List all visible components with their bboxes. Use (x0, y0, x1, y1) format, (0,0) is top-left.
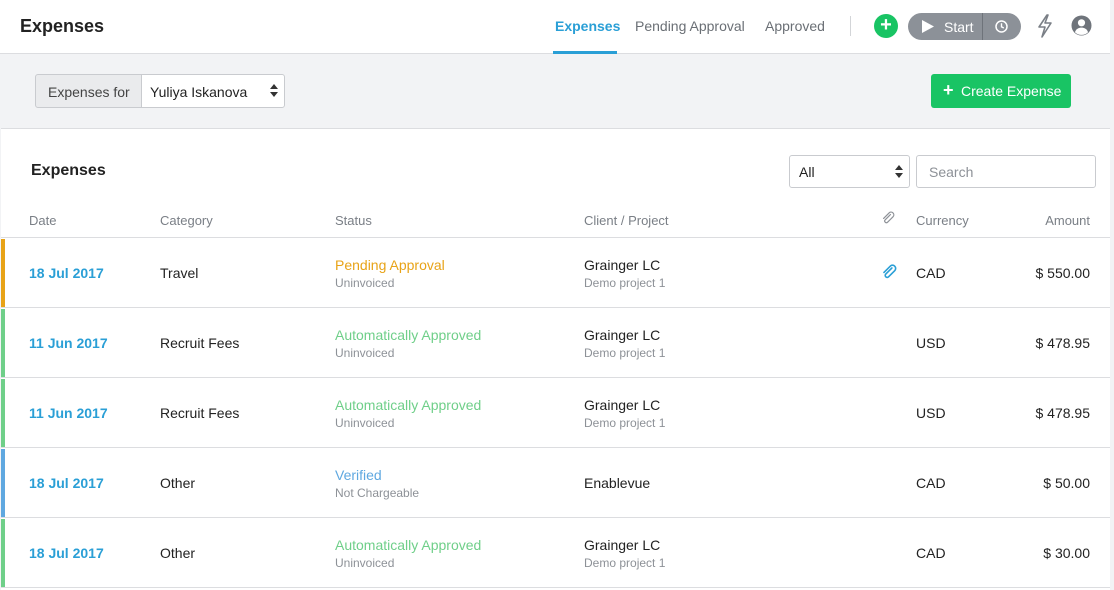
expense-status: Automatically Approved (335, 397, 482, 413)
expense-status: Pending Approval (335, 257, 445, 273)
start-timer-button[interactable]: Start (908, 13, 982, 40)
lightning-bolt-icon[interactable] (1037, 14, 1053, 38)
expense-category: Other (160, 545, 196, 561)
status-filter-select[interactable]: All (789, 155, 910, 188)
status-filter-value: All (799, 164, 815, 180)
expense-currency: CAD (916, 545, 946, 561)
expense-amount: $ 50.00 (1043, 475, 1090, 491)
tab-expenses[interactable]: Expenses (555, 18, 620, 34)
expense-category: Other (160, 475, 196, 491)
expense-category: Travel (160, 265, 199, 281)
column-header-date[interactable]: Date (29, 213, 56, 228)
column-header-status[interactable]: Status (335, 213, 372, 228)
clock-icon (995, 20, 1008, 33)
status-color-bar (1, 449, 5, 517)
tab-approved[interactable]: Approved (765, 18, 825, 34)
column-header-client-project[interactable]: Client / Project (584, 213, 669, 228)
search-input[interactable] (916, 155, 1096, 188)
expense-amount: $ 478.95 (1035, 335, 1091, 351)
user-account-icon[interactable] (1071, 15, 1092, 36)
selected-user: Yuliya Iskanova (150, 84, 248, 100)
invoice-status: Uninvoiced (335, 346, 395, 360)
create-expense-label: Create Expense (961, 83, 1062, 99)
play-icon (922, 20, 934, 33)
expense-project: Demo project 1 (584, 416, 666, 430)
nav-divider (850, 16, 851, 36)
status-color-bar (1, 519, 5, 587)
active-tab-indicator (553, 51, 617, 54)
expense-status: Automatically Approved (335, 327, 482, 343)
invoice-status: Not Chargeable (335, 486, 420, 500)
expense-client: Grainger LC (584, 397, 661, 413)
expense-client: Grainger LC (584, 327, 661, 343)
expense-project: Demo project 1 (584, 556, 666, 570)
expense-category: Recruit Fees (160, 335, 240, 351)
top-bar: Expenses Expenses Pending Approval Appro… (0, 0, 1110, 54)
expense-date-link[interactable]: 18 Jul 2017 (29, 265, 104, 281)
status-color-bar (1, 379, 5, 447)
expense-currency: CAD (916, 265, 946, 281)
expense-status: Verified (335, 467, 382, 483)
status-color-bar (1, 239, 5, 307)
plus-icon: + (880, 14, 892, 36)
expense-date-link[interactable]: 11 Jun 2017 (29, 335, 108, 351)
expense-currency: USD (916, 405, 946, 421)
expense-client: Enablevue (584, 475, 651, 491)
app-title: Expenses (20, 16, 105, 36)
create-expense-button[interactable]: + Create Expense (931, 74, 1071, 108)
expense-project: Demo project 1 (584, 276, 666, 290)
attachment-icon[interactable] (881, 264, 897, 280)
column-header-currency[interactable]: Currency (916, 213, 969, 228)
expense-date-link[interactable]: 11 Jun 2017 (29, 405, 108, 421)
status-color-bar (1, 309, 5, 377)
expense-currency: CAD (916, 475, 946, 491)
table-row[interactable]: 11 Jun 2017 Recruit Fees Automatically A… (1, 308, 1110, 378)
expense-amount: $ 550.00 (1035, 265, 1091, 281)
expense-amount: $ 478.95 (1035, 405, 1091, 421)
invoice-status: Uninvoiced (335, 556, 395, 570)
plus-icon: + (943, 80, 954, 100)
expenses-panel: Expenses All Date Category Status Client… (1, 128, 1110, 590)
quick-add-button[interactable]: + (874, 14, 898, 38)
expense-project: Demo project 1 (584, 346, 666, 360)
column-header-category[interactable]: Category (160, 213, 213, 228)
table-row[interactable]: 18 Jul 2017 Other Automatically Approved… (1, 518, 1110, 588)
expense-client: Grainger LC (584, 257, 661, 273)
table-row[interactable]: 18 Jul 2017 Other Verified Not Chargeabl… (1, 448, 1110, 518)
expenses-for-label: Expenses for (35, 74, 142, 108)
expense-date-link[interactable]: 18 Jul 2017 (29, 545, 104, 561)
table-row[interactable]: 18 Jul 2017 Travel Pending Approval Unin… (1, 238, 1110, 308)
tab-pending-approval[interactable]: Pending Approval (635, 18, 745, 34)
invoice-status: Uninvoiced (335, 276, 395, 290)
start-label: Start (944, 19, 974, 35)
timer-control: Start (908, 13, 1021, 40)
expense-currency: USD (916, 335, 946, 351)
expense-amount: $ 30.00 (1043, 545, 1090, 561)
user-select[interactable]: Yuliya Iskanova (141, 74, 285, 108)
expense-category: Recruit Fees (160, 405, 240, 421)
expense-client: Grainger LC (584, 537, 661, 553)
expense-date-link[interactable]: 18 Jul 2017 (29, 475, 104, 491)
panel-title: Expenses (31, 162, 106, 179)
paperclip-icon (883, 211, 895, 224)
column-header-amount[interactable]: Amount (1045, 213, 1090, 228)
timesheet-clock-button[interactable] (983, 13, 1021, 40)
expense-status: Automatically Approved (335, 537, 482, 553)
invoice-status: Uninvoiced (335, 416, 395, 430)
table-row[interactable]: 11 Jun 2017 Recruit Fees Automatically A… (1, 378, 1110, 448)
